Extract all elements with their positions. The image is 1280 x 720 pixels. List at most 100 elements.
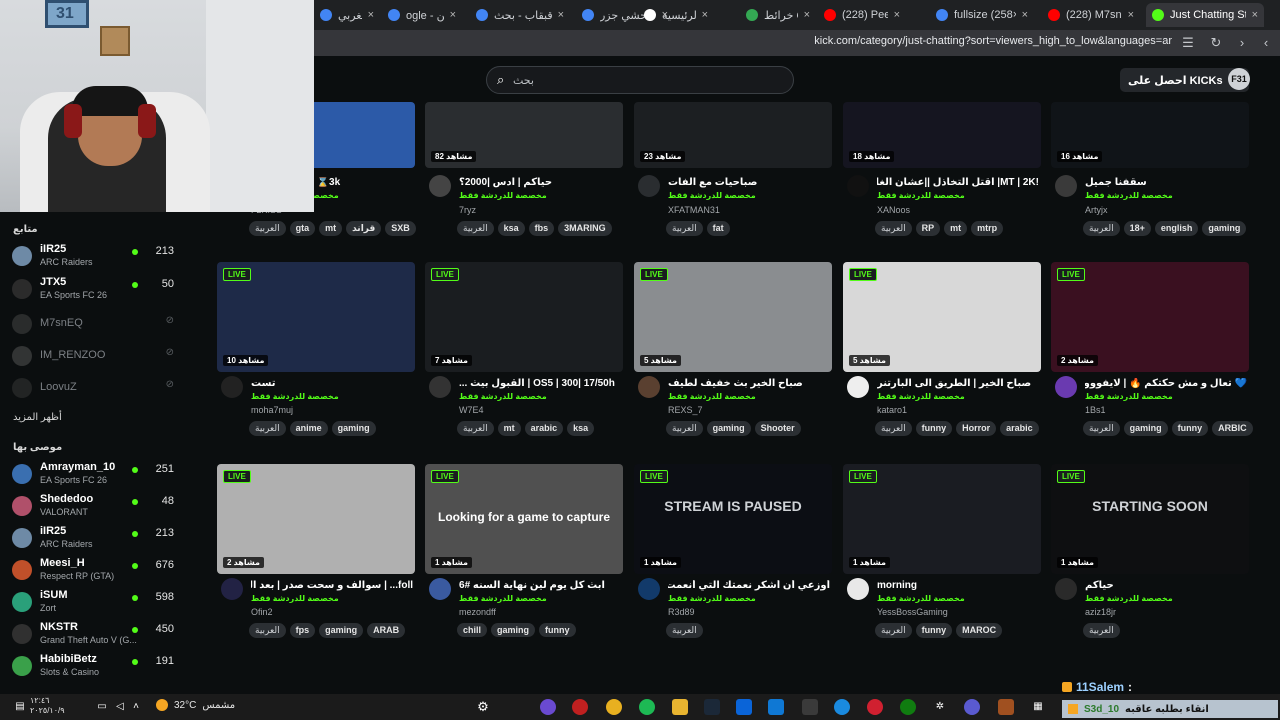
stream-thumbnail[interactable]: LIVE 5 مشاهد [843,262,1041,372]
tag-chip[interactable]: gta [289,221,316,236]
sidebar-following-item[interactable]: JTX5 EA Sports FC 26 50 [12,275,188,305]
channel-avatar[interactable] [1055,578,1077,600]
tag-chip[interactable]: arabic [1000,421,1039,436]
sidebar-recommended-item[interactable]: NKSTR Grand Theft Auto V (G... 450 [12,620,188,650]
stream-category[interactable]: مخصصة للدردشة فقط [668,191,756,200]
sidebar-following-item[interactable]: iIR25 ARC Raiders 213 [12,242,188,272]
sidebar-recommended-item[interactable]: iSUM Zort 598 [12,588,188,618]
tag-chip[interactable]: العربية [1083,623,1120,638]
tag-chip[interactable]: funny [539,623,576,637]
forward-icon[interactable]: › [1234,35,1250,50]
sidebar-following-item[interactable]: IM_RENZOO ⊘ [12,342,188,372]
stream-thumbnail[interactable]: LIVE 1 مشاهد [843,464,1041,574]
stream-thumbnail[interactable]: Looking for a game to capture LIVE 1 مشاهد [425,464,623,574]
tag-chip[interactable]: العربية [666,421,703,436]
channel-username[interactable]: Artyjx [1085,205,1108,215]
stream-thumbnail[interactable]: 16 مشاهد [1051,102,1249,168]
notification-icon[interactable]: ▤ [12,699,28,715]
channel-avatar[interactable] [429,175,451,197]
channel-avatar[interactable] [429,578,451,600]
stream-title[interactable]: تست [251,378,413,389]
tab-close-icon[interactable]: × [804,9,810,21]
stream-thumbnail[interactable]: LIVE 5 مشاهد [634,262,832,372]
stream-category[interactable]: مخصصة للدردشة فقط [1085,191,1173,200]
tag-chip[interactable]: Shooter [754,421,801,436]
steam-icon[interactable] [704,699,720,715]
tune-icon[interactable]: ☰ [1180,35,1196,51]
tag-chip[interactable]: mt [944,221,968,236]
stream-thumbnail[interactable]: LIVE 10 مشاهد [217,262,415,372]
taskview-icon[interactable]: ▦ [1030,699,1046,715]
spotify-icon[interactable] [639,699,655,715]
channel-avatar[interactable] [638,578,660,600]
tag-chip[interactable]: funny [915,623,953,638]
tag-chip[interactable]: العربية [875,221,912,236]
search-input[interactable]: ⌕ بحث [486,66,794,94]
channel-avatar[interactable] [847,376,869,398]
tag-chip[interactable]: mt [319,221,343,236]
mail-icon[interactable] [736,699,752,715]
show-more-link[interactable]: أظهر المزيد [13,412,62,423]
channel-username[interactable]: moha7muj [251,405,293,415]
browser-tab[interactable]: الرئيسية / X × [638,3,714,27]
channel-username[interactable]: R3d89 [668,607,695,617]
volume-icon[interactable]: ◁ [112,699,128,715]
channel-username[interactable]: Ofin2 [251,607,273,617]
store-icon[interactable] [768,699,784,715]
stream-thumbnail[interactable]: LIVE 2 مشاهد [1051,262,1249,372]
sidebar-recommended-item[interactable]: Meesi_H Respect RP (GTA) 676 [12,556,188,586]
stream-category[interactable]: مخصصة للدردشة فقط [1085,392,1173,401]
browser-tab[interactable]: (228) M7snEQ - Y × [1042,3,1140,27]
tag-chip[interactable]: fbs [528,221,555,236]
app-icon-1[interactable] [540,699,556,715]
stream-category[interactable]: مخصصة للدردشة فقط [459,594,547,603]
channel-avatar[interactable] [638,175,660,197]
tag-chip[interactable]: العربية [875,421,912,436]
tag-chip[interactable]: العربية [249,623,286,638]
tag-chip[interactable]: العربية [666,221,703,236]
browser-tab[interactable]: جبه مغربي × [314,3,380,27]
browser-tab[interactable]: خرائط Google × [740,3,816,27]
tag-chip[interactable]: mtrp [971,221,1004,236]
tab-close-icon[interactable]: × [894,9,900,21]
stream-title[interactable]: foll... | سوالف و سحت صدر | بعد الصلاه [251,580,413,591]
tag-chip[interactable]: fat [706,221,730,236]
stream-thumbnail[interactable]: LIVE 2 مشاهد [217,464,415,574]
stream-category[interactable]: مخصصة للدردشة فقط [459,392,547,401]
stream-category[interactable]: مخصصة للدردشة فقط [877,594,965,603]
chrome-icon[interactable] [606,699,622,715]
stream-title[interactable]: صباح الخير بث خفيف لطيف [668,378,830,389]
channel-avatar[interactable] [847,578,869,600]
tag-chip[interactable]: العربية [1083,421,1120,436]
browser-tab[interactable]: ogle - بحث عن × [382,3,462,27]
tag-chip[interactable]: arabic [524,421,564,436]
tag-chip[interactable]: العربية [875,623,912,638]
tag-chip[interactable]: العربية [457,221,494,236]
tag-chip[interactable]: العربية [249,421,286,436]
stream-category[interactable]: مخصصة للدردشة فقط [251,594,339,603]
stream-thumbnail[interactable]: STARTING SOON LIVE 1 مشاهد [1051,464,1249,574]
stream-title[interactable]: حياكم [1085,580,1247,591]
tab-close-icon[interactable]: × [1022,9,1028,21]
tag-chip[interactable]: 3MARING [558,221,612,236]
tag-chip[interactable]: gaming [319,623,364,638]
tag-chip[interactable]: 18+ [1123,221,1151,236]
tag-chip[interactable]: gaming [1123,421,1168,436]
stream-thumbnail[interactable]: LIVE 7 مشاهد [425,262,623,372]
channel-username[interactable]: aziz18jr [1085,607,1116,617]
tag-chip[interactable]: anime [289,421,328,436]
stream-category[interactable]: مخصصة للدردشة فقط [668,594,756,603]
tag-chip[interactable]: gaming [331,421,376,436]
channel-username[interactable]: 1Bs1 [1085,405,1106,415]
tag-chip[interactable]: MAROC [956,623,1003,638]
channel-avatar[interactable] [429,376,451,398]
channel-avatar[interactable] [1055,376,1077,398]
channel-username[interactable]: XFATMAN31 [668,205,720,215]
app-icon-4[interactable] [867,699,883,715]
tag-chip[interactable]: العربية [1083,221,1120,236]
tag-chip[interactable]: قراند [346,221,382,236]
folder-icon[interactable] [672,699,688,715]
sidebar-recommended-item[interactable]: HabibiBetz Slots & Casino 191 [12,652,188,682]
channel-username[interactable]: XANoos [877,205,910,215]
app-icon-3[interactable] [802,699,818,715]
